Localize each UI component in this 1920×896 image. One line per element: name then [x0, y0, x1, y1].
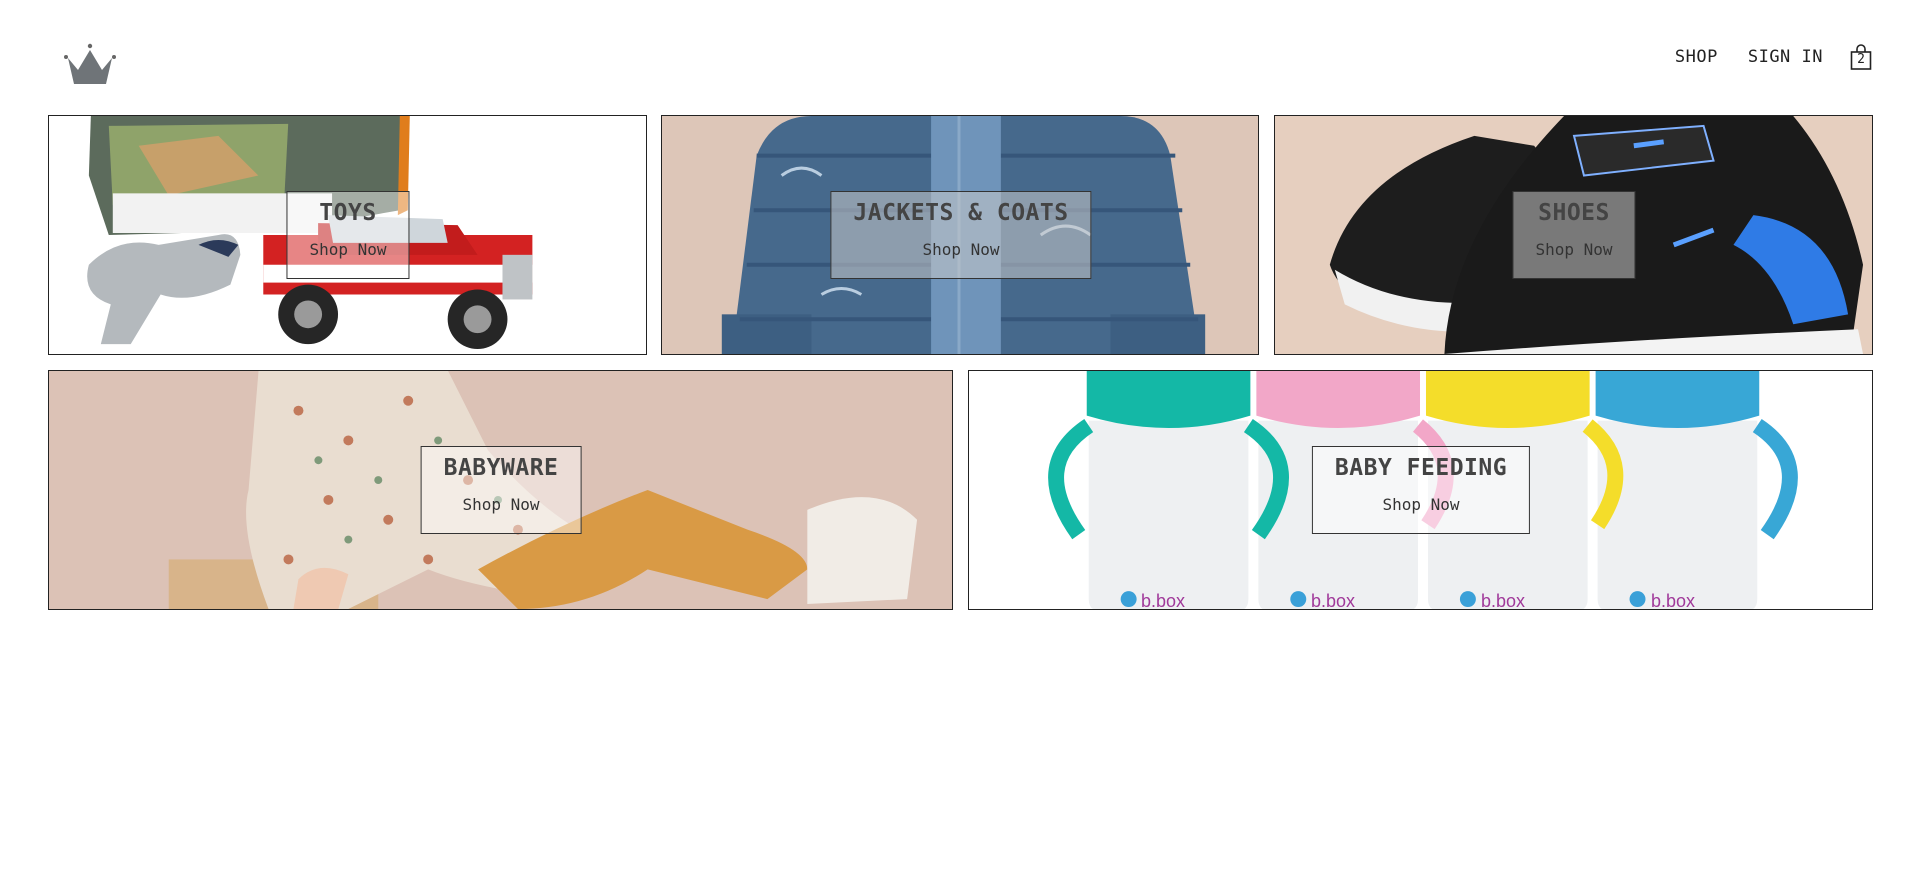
brand-mark: b.box — [1651, 591, 1696, 610]
category-title: JACKETS & COATS — [853, 200, 1069, 226]
shop-now-link[interactable]: Shop Now — [1335, 495, 1507, 515]
category-label-baby-feeding: BABY FEEDING Shop Now — [1311, 446, 1531, 534]
brand-mark: b.box — [1311, 591, 1356, 610]
category-title: TOYS — [319, 200, 377, 226]
category-title: BABY FEEDING — [1334, 455, 1508, 481]
shop-now-link[interactable]: Shop Now — [1535, 240, 1612, 260]
crown-icon[interactable] — [62, 42, 118, 88]
shop-now-link[interactable]: Shop Now — [853, 240, 1068, 260]
cart-count-badge: 2 — [1857, 52, 1865, 67]
brand-mark: b.box — [1141, 591, 1186, 610]
nav-shop-link[interactable]: SHOP — [1675, 47, 1718, 67]
category-label-shoes: SHOES Shop Now — [1512, 191, 1636, 279]
shop-now-link[interactable]: Shop Now — [309, 240, 386, 260]
category-tile-babyware[interactable]: BABYWARE Shop Now — [48, 370, 953, 610]
category-label-babyware: BABYWARE Shop Now — [420, 446, 582, 534]
category-tile-toys[interactable]: TOYS Shop Now — [48, 115, 647, 355]
category-label-toys: TOYS Shop Now — [286, 191, 410, 279]
category-title: SHOES — [1538, 200, 1610, 226]
site-header: SHOP SIGN IN 2 — [0, 0, 1920, 110]
main-nav: SHOP SIGN IN 2 — [1645, 44, 1872, 70]
category-label-jackets-coats: JACKETS & COATS Shop Now — [830, 191, 1092, 279]
shop-now-link[interactable]: Shop Now — [444, 495, 559, 515]
shopping-bag-icon[interactable]: 2 — [1850, 44, 1872, 70]
category-title: BABYWARE — [443, 455, 559, 481]
category-tile-shoes[interactable]: SHOES Shop Now — [1274, 115, 1873, 355]
category-tile-baby-feeding[interactable]: b.box b.box b.box b.box BABY FEEDING Sho… — [968, 370, 1873, 610]
nav-sign-in-link[interactable]: SIGN IN — [1748, 47, 1823, 67]
brand-mark: b.box — [1481, 591, 1526, 610]
category-tile-jackets-coats[interactable]: JACKETS & COATS Shop Now — [661, 115, 1259, 355]
